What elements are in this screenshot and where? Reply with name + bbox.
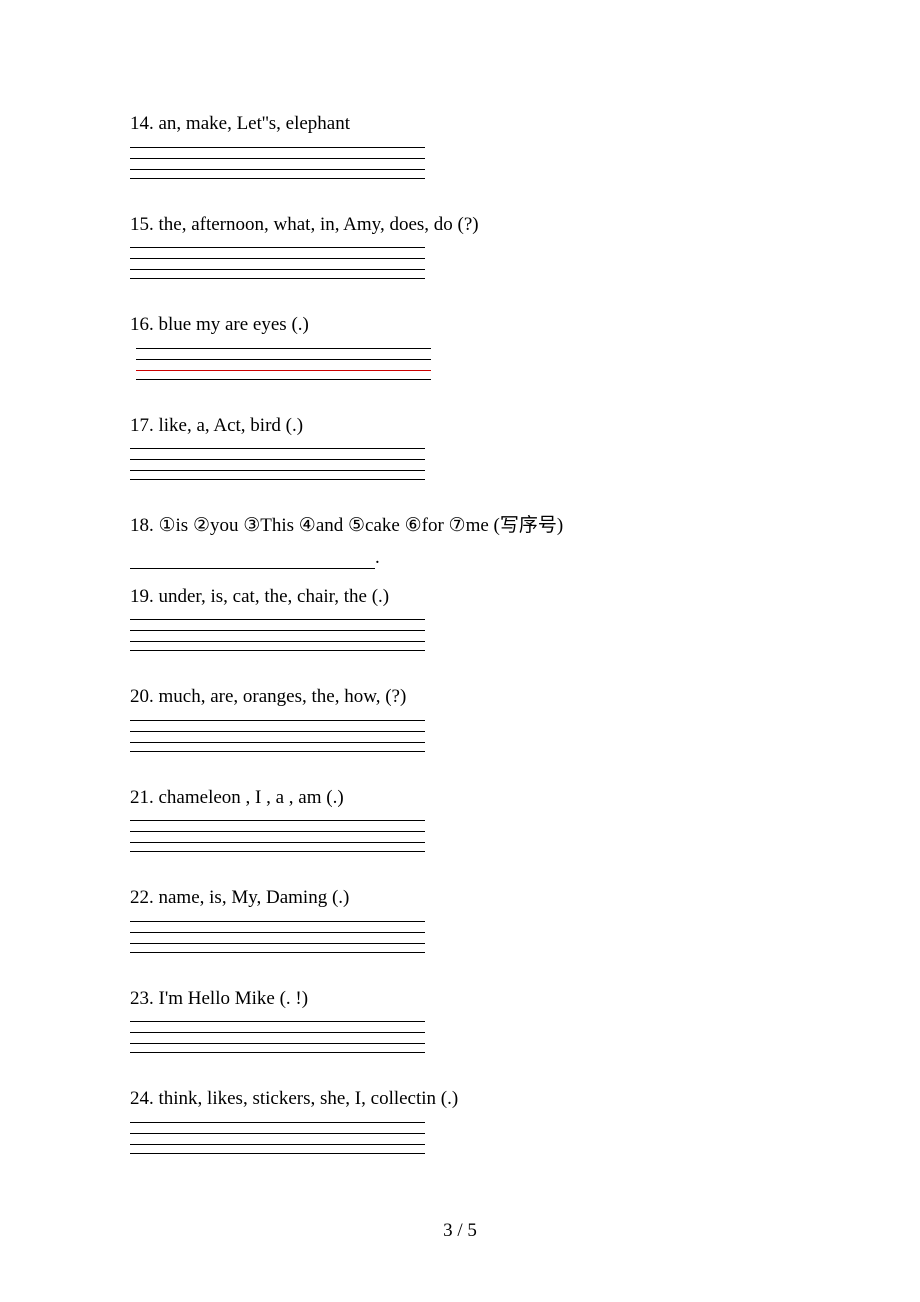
question-16: 16. blue my are eyes (.) xyxy=(130,311,790,380)
question-24-text: 24. think, likes, stickers, she, I, coll… xyxy=(130,1085,790,1114)
answer-lines-14 xyxy=(130,141,425,179)
question-22-text: 22. name, is, My, Daming (.) xyxy=(130,884,790,913)
question-15: 15. the, afternoon, what, in, Amy, does,… xyxy=(130,211,790,280)
question-15-text: 15. the, afternoon, what, in, Amy, does,… xyxy=(130,211,790,240)
question-24: 24. think, likes, stickers, she, I, coll… xyxy=(130,1085,790,1154)
question-17-text: 17. like, a, Act, bird (.) xyxy=(130,412,790,441)
answer-lines-20 xyxy=(130,714,425,752)
answer-lines-24 xyxy=(130,1116,425,1154)
page-number: 3 / 5 xyxy=(0,1220,920,1242)
question-23-text: 23. I'm Hello Mike (. !) xyxy=(130,985,790,1014)
q18-period: . xyxy=(375,547,380,568)
answer-lines-15 xyxy=(130,241,425,279)
question-23: 23. I'm Hello Mike (. !) xyxy=(130,985,790,1054)
answer-lines-17 xyxy=(130,442,425,480)
question-20: 20. much, are, oranges, the, how, (?) xyxy=(130,683,790,752)
answer-lines-22 xyxy=(130,915,425,953)
question-21: 21. chameleon , I , a , am (.) xyxy=(130,784,790,853)
question-14-text: 14. an, make, Let''s, elephant xyxy=(130,110,790,139)
answer-lines-21 xyxy=(130,814,425,852)
question-22: 22. name, is, My, Daming (.) xyxy=(130,884,790,953)
question-17: 17. like, a, Act, bird (.) xyxy=(130,412,790,481)
answer-lines-16 xyxy=(136,342,431,380)
question-18-blank-line: . xyxy=(130,547,790,569)
question-21-text: 21. chameleon , I , a , am (.) xyxy=(130,784,790,813)
question-18: 18. ①is ②you ③This ④and ⑤cake ⑥for ⑦me (… xyxy=(130,512,790,569)
question-19: 19. under, is, cat, the, chair, the (.) xyxy=(130,583,790,652)
question-18-text: 18. ①is ②you ③This ④and ⑤cake ⑥for ⑦me (… xyxy=(130,512,790,541)
question-20-text: 20. much, are, oranges, the, how, (?) xyxy=(130,683,790,712)
question-16-text: 16. blue my are eyes (.) xyxy=(130,311,790,340)
answer-lines-19 xyxy=(130,613,425,651)
question-14: 14. an, make, Let''s, elephant xyxy=(130,110,790,179)
answer-lines-23 xyxy=(130,1015,425,1053)
question-19-text: 19. under, is, cat, the, chair, the (.) xyxy=(130,583,790,612)
